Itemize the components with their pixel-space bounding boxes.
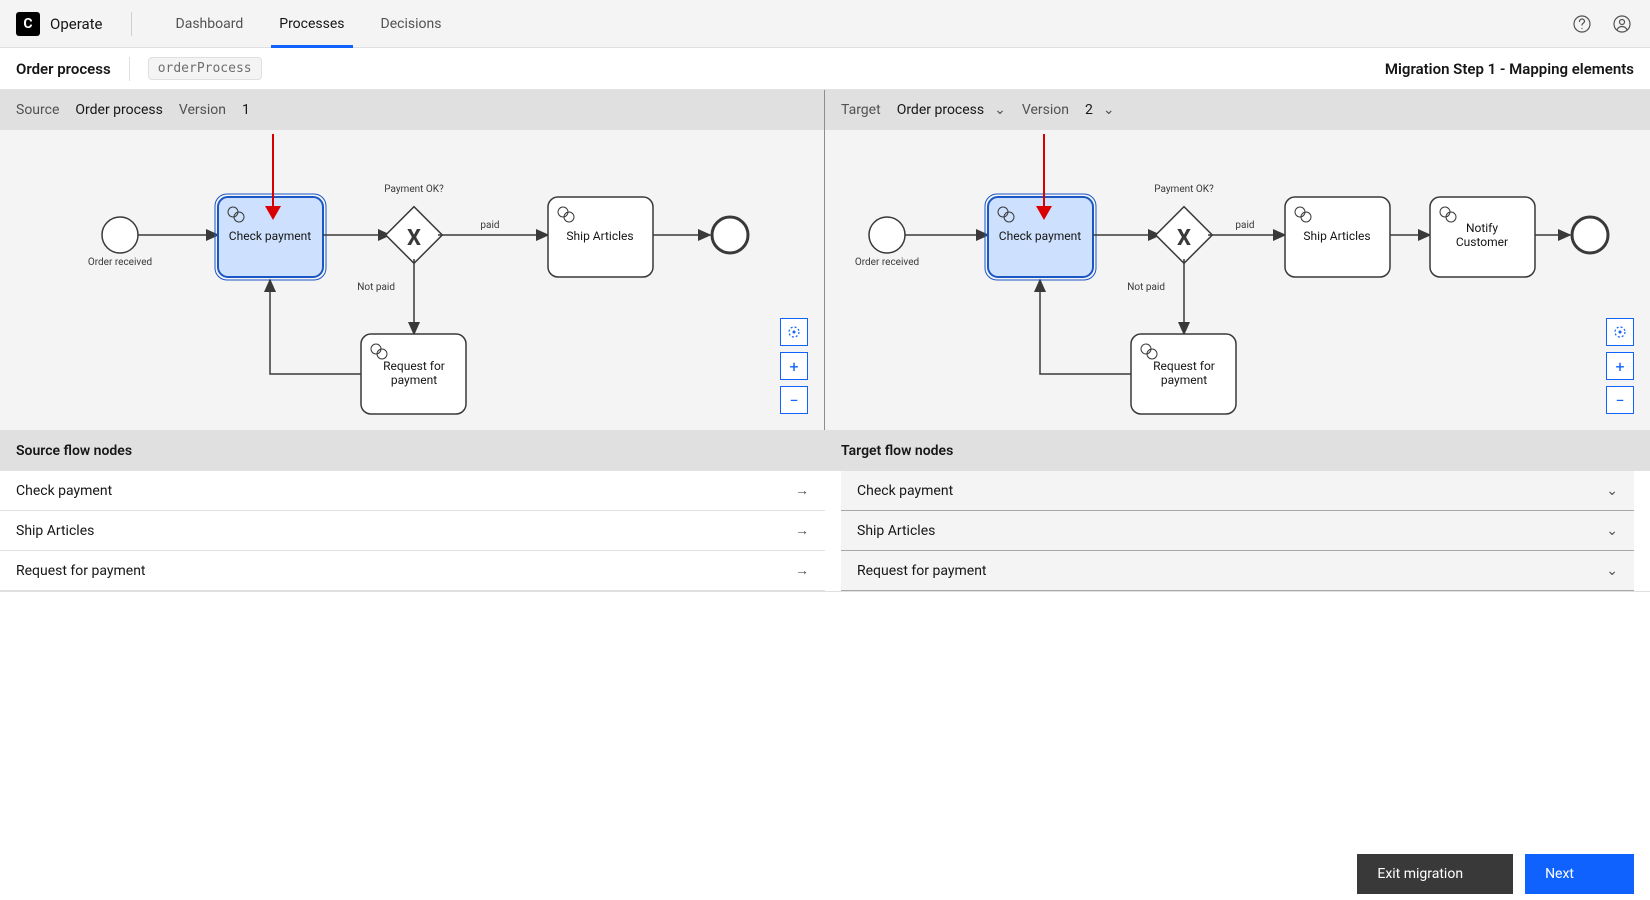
svg-text:Request forpayment: Request forpayment bbox=[1153, 359, 1215, 387]
process-id-chip: orderProcess bbox=[148, 57, 262, 80]
source-label: Source bbox=[16, 102, 59, 118]
row-label: Check payment bbox=[857, 483, 953, 499]
next-button[interactable]: Next bbox=[1525, 854, 1634, 894]
row-label: Ship Articles bbox=[857, 523, 935, 539]
svg-text:Ship Articles: Ship Articles bbox=[566, 229, 633, 243]
nav-processes[interactable]: Processes bbox=[263, 0, 360, 48]
svg-text:Order received: Order received bbox=[855, 257, 919, 268]
diagram-controls: + − bbox=[780, 318, 808, 414]
user-icon[interactable] bbox=[1610, 12, 1634, 36]
source-process: Order process bbox=[75, 102, 162, 118]
exit-migration-button[interactable]: Exit migration bbox=[1357, 854, 1513, 894]
chevron-down-icon: ⌄ bbox=[1606, 483, 1618, 499]
source-version-label: Version bbox=[179, 102, 226, 118]
divider bbox=[131, 12, 132, 36]
diagram-panels: Source Order process Version 1 Order rec… bbox=[0, 90, 1650, 431]
target-select[interactable]: Ship Articles ⌄ bbox=[841, 511, 1634, 551]
nav-decisions[interactable]: Decisions bbox=[365, 0, 458, 48]
target-select[interactable]: Check payment ⌄ bbox=[841, 471, 1634, 511]
target-bpmn-diagram: Order received Check payment X Payment O… bbox=[825, 130, 1650, 430]
app-logo: C bbox=[16, 12, 40, 36]
main-nav: Dashboard Processes Decisions bbox=[160, 0, 458, 48]
chevron-down-icon: ⌄ bbox=[1606, 563, 1618, 579]
diagram-controls: + − bbox=[1606, 318, 1634, 414]
svg-text:Check payment: Check payment bbox=[999, 229, 1081, 243]
sub-header: Order process orderProcess Migration Ste… bbox=[0, 48, 1650, 90]
mapping-section: Source flow nodes Check payment → Ship Ar… bbox=[0, 431, 1650, 592]
target-label: Target bbox=[841, 102, 881, 118]
target-version-select[interactable]: 2 bbox=[1085, 102, 1093, 118]
source-bpmn-diagram: Order received Check payment X Payment O… bbox=[0, 130, 824, 430]
target-select[interactable]: Request for payment ⌄ bbox=[841, 551, 1634, 591]
target-process-select[interactable]: Order process bbox=[897, 102, 984, 118]
svg-text:X: X bbox=[1177, 226, 1191, 251]
nav-dashboard[interactable]: Dashboard bbox=[160, 0, 260, 48]
help-icon[interactable] bbox=[1570, 12, 1594, 36]
source-panel: Source Order process Version 1 Order rec… bbox=[0, 90, 825, 430]
target-panel: Target Order process ⌄ Version 2 ⌄ Order… bbox=[825, 90, 1650, 430]
svg-text:Ship Articles: Ship Articles bbox=[1303, 229, 1370, 243]
arrow-right-icon: → bbox=[795, 562, 809, 579]
arrow-right-icon: → bbox=[795, 522, 809, 539]
target-nodes-head: Target flow nodes bbox=[825, 431, 1650, 471]
row-label: Ship Articles bbox=[16, 523, 94, 539]
source-head: Source Order process Version 1 bbox=[0, 90, 824, 130]
svg-text:X: X bbox=[407, 226, 421, 251]
topbar: C Operate Dashboard Processes Decisions bbox=[0, 0, 1650, 48]
annotation-arrow-icon bbox=[263, 134, 283, 224]
svg-text:Order received: Order received bbox=[88, 257, 152, 268]
annotation-arrow-icon bbox=[1034, 134, 1054, 224]
migration-step: Migration Step 1 - Mapping elements bbox=[1385, 60, 1634, 78]
svg-text:Request forpayment: Request forpayment bbox=[383, 359, 445, 387]
target-canvas[interactable]: Order received Check payment X Payment O… bbox=[825, 130, 1650, 430]
target-version-label: Version bbox=[1022, 102, 1069, 118]
zoom-reset-button[interactable] bbox=[1606, 318, 1634, 346]
arrow-right-icon: → bbox=[795, 482, 809, 499]
target-head: Target Order process ⌄ Version 2 ⌄ bbox=[825, 90, 1650, 130]
svg-text:Not paid: Not paid bbox=[1127, 282, 1165, 293]
source-version: 1 bbox=[242, 102, 250, 118]
row-label: Check payment bbox=[16, 483, 112, 499]
brand-name: Operate bbox=[50, 15, 103, 33]
svg-text:Payment OK?: Payment OK? bbox=[1154, 184, 1214, 195]
chevron-down-icon: ⌄ bbox=[1103, 102, 1115, 118]
row-label: Request for payment bbox=[16, 563, 146, 579]
zoom-out-button[interactable]: − bbox=[780, 386, 808, 414]
source-flow-nodes: Source flow nodes Check payment → Ship Ar… bbox=[0, 431, 825, 591]
process-title: Order process bbox=[16, 60, 111, 78]
table-row[interactable]: Request for payment → bbox=[0, 551, 825, 591]
zoom-in-button[interactable]: + bbox=[780, 352, 808, 380]
row-label: Request for payment bbox=[857, 563, 987, 579]
divider bbox=[129, 57, 130, 81]
table-row[interactable]: Ship Articles → bbox=[0, 511, 825, 551]
footer: Exit migration Next bbox=[0, 848, 1650, 900]
chevron-down-icon: ⌄ bbox=[994, 102, 1006, 118]
svg-text:Check payment: Check payment bbox=[229, 229, 311, 243]
source-canvas[interactable]: Order received Check payment X Payment O… bbox=[0, 130, 824, 430]
svg-text:Not paid: Not paid bbox=[357, 282, 395, 293]
zoom-reset-button[interactable] bbox=[780, 318, 808, 346]
svg-text:Payment OK?: Payment OK? bbox=[384, 184, 444, 195]
svg-text:paid: paid bbox=[1235, 220, 1254, 231]
zoom-in-button[interactable]: + bbox=[1606, 352, 1634, 380]
target-flow-nodes: Target flow nodes Check payment ⌄ Ship Ar… bbox=[825, 431, 1650, 591]
svg-text:paid: paid bbox=[480, 220, 499, 231]
table-row[interactable]: Check payment → bbox=[0, 471, 825, 511]
zoom-out-button[interactable]: − bbox=[1606, 386, 1634, 414]
source-nodes-head: Source flow nodes bbox=[0, 431, 825, 471]
chevron-down-icon: ⌄ bbox=[1606, 523, 1618, 539]
